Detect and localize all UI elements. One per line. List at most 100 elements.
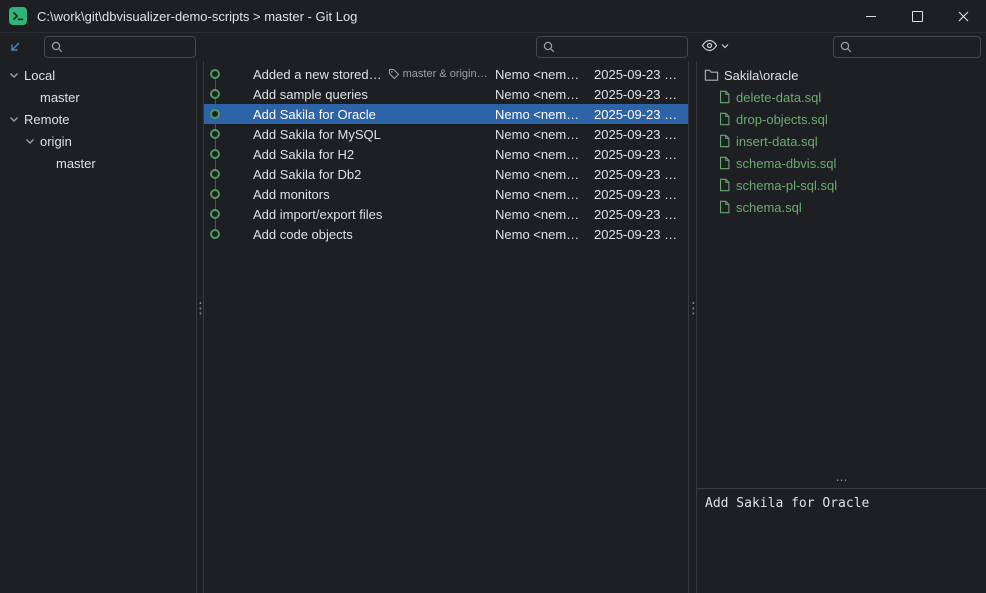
file-item[interactable]: schema-dbvis.sql: [697, 152, 986, 174]
commit-node-icon: [210, 69, 220, 79]
commit-row[interactable]: Add Sakila for MySQL Nemo <nem… 2025-09-…: [204, 124, 688, 144]
app-icon: [9, 7, 27, 25]
file-item[interactable]: schema.sql: [697, 196, 986, 218]
commit-date: 2025-09-23 …: [594, 227, 688, 242]
commit-author: Nemo <nem…: [495, 227, 594, 242]
file-item[interactable]: schema-pl-sql.sql: [697, 174, 986, 196]
commit-date: 2025-09-23 …: [594, 67, 688, 82]
folder-icon: [704, 68, 719, 82]
branch-label: master: [40, 90, 80, 105]
horizontal-splitter-handle[interactable]: ⋯: [697, 476, 986, 488]
eye-icon: [701, 39, 718, 52]
commit-node-icon: [210, 89, 220, 99]
chevron-down-icon[interactable]: [6, 111, 22, 127]
minimize-button[interactable]: [848, 0, 894, 32]
commit-row[interactable]: Add import/export files Nemo <nem… 2025-…: [204, 204, 688, 224]
search-icon: [542, 40, 556, 54]
window-controls: [848, 0, 986, 32]
file-icon: [718, 134, 731, 148]
commit-list: Added a new stored… master & origin… Nem…: [204, 61, 688, 244]
minimize-icon: [866, 16, 876, 17]
branch-group-label: Local: [24, 68, 55, 83]
commit-row[interactable]: Added a new stored… master & origin… Nem…: [204, 64, 688, 84]
file-name: insert-data.sql: [736, 134, 818, 149]
vertical-splitter-right[interactable]: ⋮: [686, 301, 696, 316]
tag-icon: [388, 68, 400, 80]
navigate-arrow-icon[interactable]: [8, 40, 22, 54]
maximize-icon: [912, 11, 923, 22]
commit-search: [536, 36, 688, 58]
visibility-filter-button[interactable]: [701, 39, 730, 52]
commit-row-selected[interactable]: Add Sakila for Oracle Nemo <nem… 2025-09…: [204, 104, 688, 124]
file-icon: [718, 178, 731, 192]
commit-node-icon: [210, 169, 220, 179]
branch-item-master-origin[interactable]: master: [0, 152, 196, 174]
commit-author: Nemo <nem…: [495, 147, 594, 162]
commit-row[interactable]: Add monitors Nemo <nem… 2025-09-23 …: [204, 184, 688, 204]
maximize-button[interactable]: [894, 0, 940, 32]
commit-date: 2025-09-23 …: [594, 187, 688, 202]
commit-node-icon: [210, 209, 220, 219]
commits-panel: Added a new stored… master & origin… Nem…: [203, 61, 689, 593]
commit-author: Nemo <nem…: [495, 87, 594, 102]
commit-author: Nemo <nem…: [495, 127, 594, 142]
window-title: C:\work\git\dbvisualizer-demo-scripts > …: [37, 9, 357, 24]
changed-files-tree: Sakila\oracle delete-data.sql drop-objec…: [697, 61, 986, 476]
file-name: drop-objects.sql: [736, 112, 828, 127]
commit-search-input[interactable]: [560, 39, 682, 56]
content: Local master Remote origin master: [0, 61, 986, 593]
file-name: delete-data.sql: [736, 90, 821, 105]
commit-node-icon: [210, 189, 220, 199]
branch-group-remote[interactable]: Remote: [0, 108, 196, 130]
branch-group-label: origin: [40, 134, 72, 149]
file-icon: [718, 112, 731, 126]
commit-message: Add Sakila for Oracle: [253, 107, 376, 122]
commit-message: Add Sakila for MySQL: [253, 127, 381, 142]
file-search-input[interactable]: [857, 39, 975, 56]
file-icon: [718, 200, 731, 214]
file-icon: [718, 156, 731, 170]
chevron-down-icon[interactable]: [22, 133, 38, 149]
commit-message: Added a new stored…: [253, 67, 382, 82]
commit-message: Add monitors: [253, 187, 330, 202]
commit-row[interactable]: Add code objects Nemo <nem… 2025-09-23 …: [204, 224, 688, 244]
commit-message: Add Sakila for H2: [253, 147, 354, 162]
file-tree-root-label: Sakila\oracle: [724, 68, 798, 83]
file-item[interactable]: insert-data.sql: [697, 130, 986, 152]
toolbar: [0, 33, 986, 61]
commit-node-icon: [210, 149, 220, 159]
vertical-splitter-left[interactable]: ⋮: [193, 301, 203, 316]
close-button[interactable]: [940, 0, 986, 32]
commit-message: Add Sakila for Db2: [253, 167, 361, 182]
file-item[interactable]: delete-data.sql: [697, 86, 986, 108]
commit-message: Add import/export files: [253, 207, 382, 222]
file-name: schema-dbvis.sql: [736, 156, 836, 171]
file-search: [833, 36, 981, 58]
commit-message: Add code objects: [253, 227, 353, 242]
commit-row[interactable]: Add sample queries Nemo <nem… 2025-09-23…: [204, 84, 688, 104]
branch-item-master-local[interactable]: master: [0, 86, 196, 108]
file-item[interactable]: drop-objects.sql: [697, 108, 986, 130]
branch-group-label: Remote: [24, 112, 70, 127]
file-tree-root[interactable]: Sakila\oracle: [697, 64, 986, 86]
commit-row[interactable]: Add Sakila for H2 Nemo <nem… 2025-09-23 …: [204, 144, 688, 164]
file-icon: [718, 90, 731, 104]
commit-author: Nemo <nem…: [495, 207, 594, 222]
branch-search-input[interactable]: [68, 39, 190, 56]
commit-node-icon: [210, 129, 220, 139]
commit-node-icon: [210, 109, 220, 119]
git-log-window: C:\work\git\dbvisualizer-demo-scripts > …: [0, 0, 986, 593]
branches-panel: Local master Remote origin master: [0, 61, 197, 593]
commit-date: 2025-09-23 …: [594, 167, 688, 182]
commit-author: Nemo <nem…: [495, 187, 594, 202]
commit-author: Nemo <nem…: [495, 167, 594, 182]
titlebar: C:\work\git\dbvisualizer-demo-scripts > …: [0, 0, 986, 33]
file-name: schema-pl-sql.sql: [736, 178, 837, 193]
commit-message-details: Add Sakila for Oracle: [697, 488, 986, 593]
files-panel: Sakila\oracle delete-data.sql drop-objec…: [696, 61, 986, 593]
branch-group-origin[interactable]: origin: [0, 130, 196, 152]
branch-group-local[interactable]: Local: [0, 64, 196, 86]
commit-row[interactable]: Add Sakila for Db2 Nemo <nem… 2025-09-23…: [204, 164, 688, 184]
chevron-down-icon[interactable]: [6, 67, 22, 83]
commit-date: 2025-09-23 …: [594, 147, 688, 162]
